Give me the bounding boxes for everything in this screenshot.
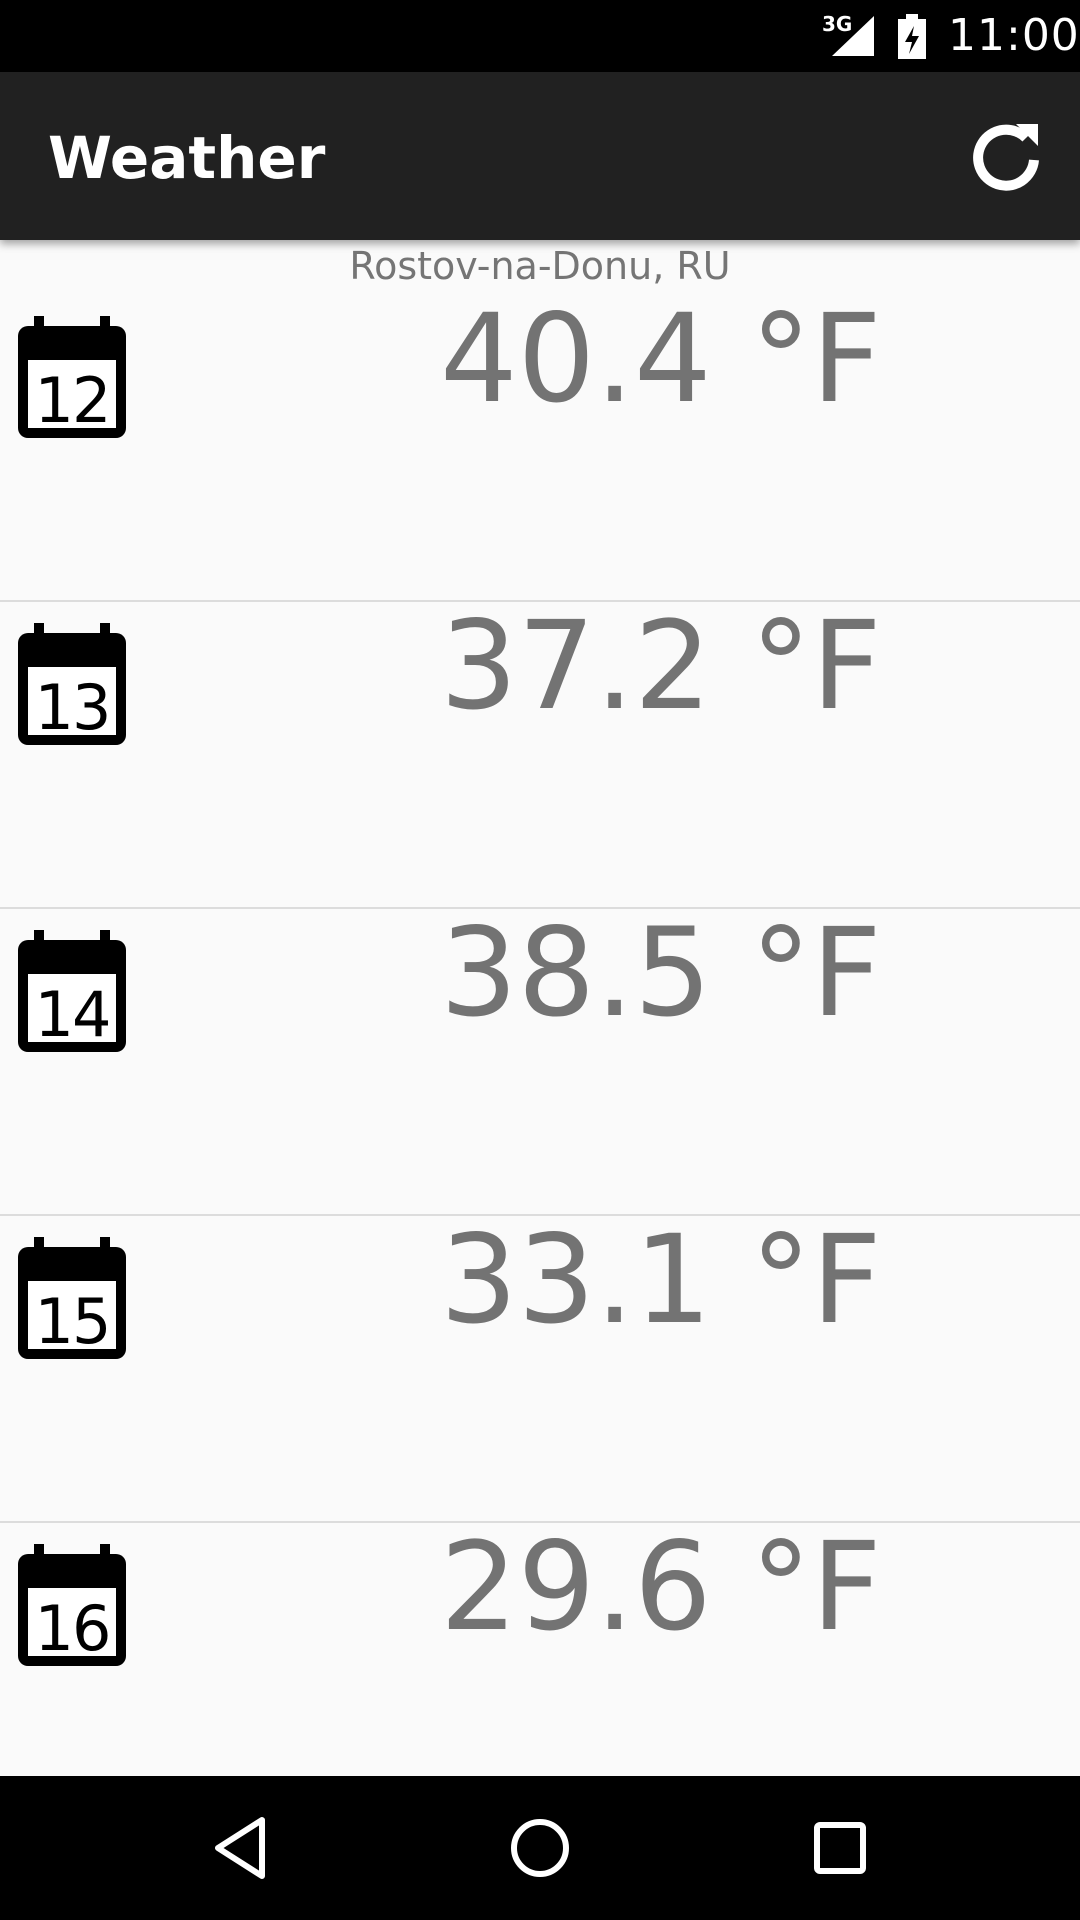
calendar-icon: 15: [16, 1237, 128, 1361]
calendar-day-number: 14: [34, 978, 112, 1051]
forecast-row[interactable]: 14 38.5 °F: [0, 902, 1080, 1216]
recents-icon[interactable]: [800, 1808, 880, 1888]
signal-icon: [828, 14, 876, 63]
temperature-value: 29.6 °F: [440, 1516, 882, 1658]
status-clock: 11:00: [948, 10, 1080, 61]
temperature-value: 33.1 °F: [440, 1209, 882, 1351]
temperature-value: 38.5 °F: [440, 902, 882, 1044]
calendar-icon: 16: [16, 1544, 128, 1668]
temperature-value: 37.2 °F: [440, 595, 882, 737]
navigation-bar: [0, 1776, 1080, 1920]
calendar-icon: 14: [16, 930, 128, 1054]
calendar-day-number: 16: [34, 1592, 112, 1665]
calendar-icon: 12: [16, 316, 128, 440]
forecast-row[interactable]: 13 37.2 °F: [0, 595, 1080, 909]
calendar-day-number: 12: [34, 364, 112, 437]
forecast-row[interactable]: 15 33.1 °F: [0, 1209, 1080, 1523]
battery-charging-icon: [897, 14, 927, 65]
calendar-day-number: 15: [34, 1285, 112, 1358]
back-icon[interactable]: [200, 1808, 280, 1888]
calendar-day-number: 13: [34, 671, 112, 744]
forecast-row[interactable]: 12 40.4 °F: [0, 288, 1080, 602]
location-label: Rostov-na-Donu, RU: [349, 244, 731, 288]
temperature-value: 40.4 °F: [440, 288, 882, 430]
home-icon[interactable]: [500, 1808, 580, 1888]
refresh-icon[interactable]: [966, 116, 1046, 196]
status-bar: 3G 11:00: [0, 0, 1080, 72]
app-bar: Weather: [0, 72, 1080, 240]
page-title: Weather: [48, 124, 326, 192]
calendar-icon: 13: [16, 623, 128, 747]
